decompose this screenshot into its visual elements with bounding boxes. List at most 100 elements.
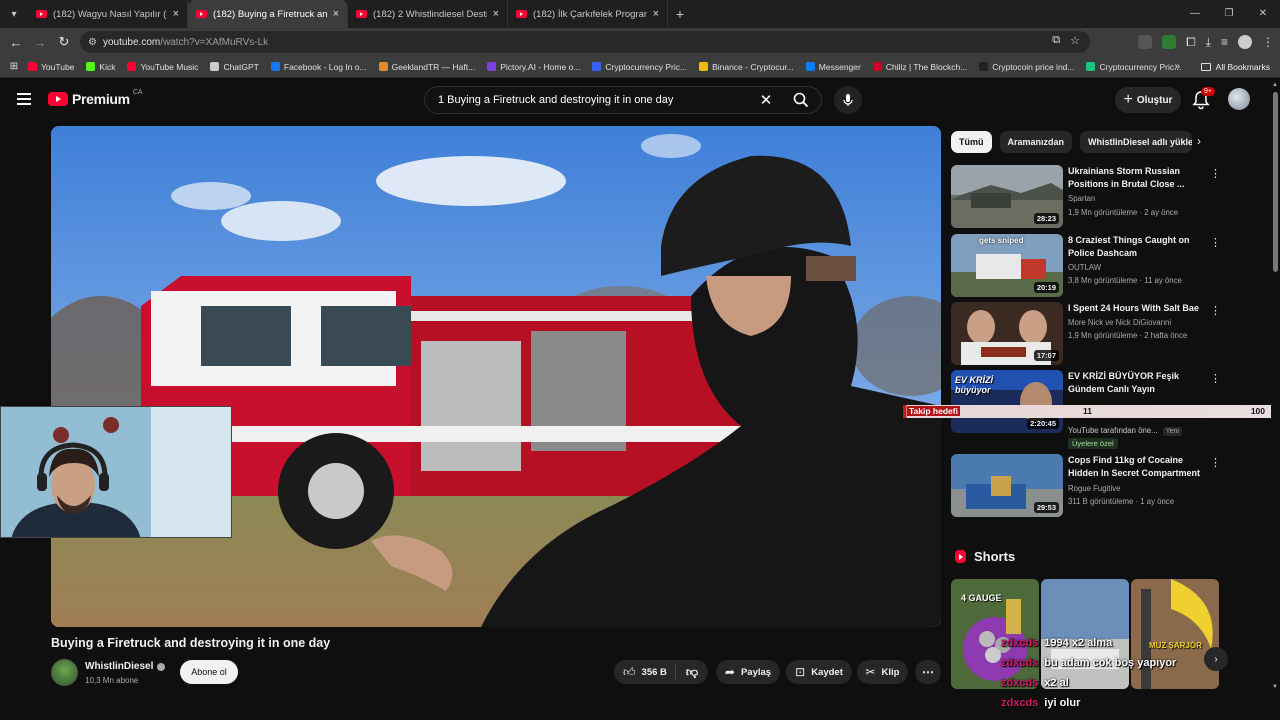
browser-tab[interactable]: (182) İlk Çarkıfelek Programı (T ×	[508, 0, 668, 28]
video-title[interactable]: I Spent 24 Hours With Salt Bae	[1068, 302, 1208, 315]
scrollbar-thumb[interactable]	[1273, 92, 1278, 272]
reload-icon[interactable]: ↻	[52, 34, 76, 50]
youtube-premium-logo[interactable]: Premium CA	[48, 89, 143, 107]
scroll-up-icon[interactable]: ▲	[1272, 82, 1278, 88]
extension-icon[interactable]	[1138, 35, 1153, 49]
tab-search-icon[interactable]: ▾	[0, 0, 28, 28]
more-options-icon[interactable]: ⋮	[1210, 236, 1221, 249]
bookmark-item[interactable]: YouTube	[28, 62, 74, 72]
scroll-down-icon[interactable]: ▼	[1272, 684, 1278, 690]
bookmark-item[interactable]: Cryptocurrency Pric...	[592, 62, 687, 72]
menu-hamburger-icon[interactable]	[17, 93, 31, 108]
extensions-puzzle-icon[interactable]: ⧠	[1186, 35, 1196, 50]
channel-name[interactable]: More Nick ve Nick DiGiovanni	[1068, 318, 1171, 327]
close-tab-icon[interactable]: ×	[173, 8, 179, 20]
close-tab-icon[interactable]: ×	[333, 8, 339, 20]
chips-next-icon[interactable]: ›	[1197, 134, 1201, 148]
channel-name[interactable]: Rogue Fugitive	[1068, 484, 1120, 493]
browser-tab[interactable]: (182) 2 Whistlindiesel Destroy ×	[348, 0, 508, 28]
reading-list-icon[interactable]: ≡	[1221, 35, 1228, 49]
short-video[interactable]: 4 GAUGE	[951, 579, 1039, 689]
video-thumbnail[interactable]: 28:23	[951, 165, 1063, 228]
chip-all[interactable]: Tümü	[951, 131, 992, 153]
page-scrollbar[interactable]: ▲ ▼	[1271, 80, 1280, 692]
bookmark-label: Kick	[99, 61, 116, 72]
recommended-video[interactable]: gets sniped 20:19 8 Craziest Things Caug…	[951, 234, 1221, 298]
more-options-icon[interactable]: ⋮	[1210, 456, 1221, 469]
bookmark-item[interactable]: Binance - Cryptocur...	[699, 62, 794, 72]
bookmark-icon: ⊡	[795, 665, 806, 679]
video-thumbnail[interactable]: 17:07	[951, 302, 1063, 365]
share-button[interactable]: ➦ Paylaş	[716, 660, 780, 684]
close-window-icon[interactable]: ✕	[1246, 0, 1280, 28]
bookmark-item[interactable]: Kick	[86, 62, 115, 72]
recommended-video[interactable]: 17:07 I Spent 24 Hours With Salt Bae Mor…	[951, 302, 1221, 366]
extension-icon[interactable]	[1162, 35, 1177, 49]
clear-search-icon[interactable]: ✕	[751, 91, 781, 109]
recommended-video[interactable]: EV KRİZİ büyüyor 2:20:45 EV KRİZİ BÜYÜYO…	[951, 370, 1221, 435]
bookmark-item[interactable]: Messenger	[805, 62, 861, 72]
bookmark-star-icon[interactable]: ☆	[1070, 34, 1080, 47]
video-title[interactable]: Ukrainians Storm Russian Positions in Br…	[1068, 165, 1208, 191]
bookmark-item[interactable]: Pictory.AI - Home o...	[487, 62, 580, 72]
create-button[interactable]: + Oluştur	[1115, 87, 1181, 113]
browser-tab[interactable]: (182) Wagyu Nasıl Yapılır (Çiftli ×	[28, 0, 188, 28]
restore-icon[interactable]: ❐	[1212, 0, 1246, 28]
more-actions-icon[interactable]: ⋯	[915, 660, 941, 684]
apps-grid-icon[interactable]: ⊞	[0, 61, 28, 72]
save-button[interactable]: ⊡ Kaydet	[786, 660, 852, 684]
more-options-icon[interactable]: ⋮	[1210, 167, 1221, 180]
channel-name[interactable]: OUTLAW	[1068, 263, 1101, 272]
video-thumbnail[interactable]: 29:53	[951, 454, 1063, 517]
close-tab-icon[interactable]: ×	[653, 8, 659, 20]
dislike-button[interactable]: 👎︎	[676, 665, 708, 680]
browser-menu-icon[interactable]: ⋮	[1262, 35, 1274, 49]
search-input[interactable]: 1 Buying a Firetruck and destroying it i…	[425, 94, 751, 106]
video-title[interactable]: 8 Craziest Things Caught on Police Dashc…	[1068, 234, 1208, 260]
recommended-video[interactable]: 28:23 Ukrainians Storm Russian Positions…	[951, 165, 1221, 229]
download-icon[interactable]: ⤓	[1206, 35, 1211, 50]
bookmarks-overflow-icon[interactable]: »	[1174, 61, 1180, 72]
profile-icon[interactable]	[1238, 35, 1252, 49]
like-button[interactable]: 👍︎ 356 B	[614, 664, 676, 680]
short-video[interactable]: MUZ ŞARJÖR	[1131, 579, 1219, 689]
tab-title: (182) Buying a Firetruck and de	[213, 8, 327, 20]
bookmark-item[interactable]: ChatGPT	[210, 62, 259, 72]
forward-icon[interactable]: →	[28, 35, 52, 50]
new-tab-icon[interactable]: +	[668, 6, 692, 22]
recommended-video[interactable]: 29:53 Cops Find 11kg of Cocaine Hidden I…	[951, 454, 1221, 518]
bookmark-item[interactable]: Facebook - Log In o...	[270, 62, 367, 72]
more-options-icon[interactable]: ⋮	[1210, 372, 1221, 385]
video-player[interactable]	[51, 126, 941, 627]
channel-name[interactable]: Spartan	[1068, 194, 1095, 203]
minimize-icon[interactable]: —	[1178, 0, 1212, 28]
address-bar[interactable]: ⚙ youtube.com/watch?v=XAfMuRVs-Lk ⧉ ☆	[80, 31, 1090, 53]
video-title[interactable]: EV KRİZİ BÜYÜYOR Feşik Gündem Canlı Yayı…	[1068, 370, 1208, 396]
browser-tab-active[interactable]: (182) Buying a Firetruck and de ×	[188, 0, 348, 28]
shorts-next-icon[interactable]: ›	[1204, 647, 1228, 671]
install-app-icon[interactable]: ⧉	[1052, 34, 1060, 47]
bookmark-item[interactable]: Chiliz | The Blockch...	[872, 62, 967, 72]
search-button[interactable]	[781, 87, 821, 113]
all-bookmarks-button[interactable]: All Bookmarks	[1200, 56, 1270, 78]
bookmark-item[interactable]: Cryptocurrency Pric...	[1086, 62, 1181, 72]
channel-avatar[interactable]	[51, 659, 78, 686]
bookmark-item[interactable]: GeeklandTR — Haft...	[378, 62, 475, 72]
subscribe-button[interactable]: Abone ol	[180, 660, 238, 684]
bookmark-item[interactable]: YouTube Music	[127, 62, 198, 72]
site-info-icon[interactable]: ⚙	[88, 37, 97, 48]
voice-search-button[interactable]	[834, 86, 862, 114]
back-icon[interactable]: ←	[4, 35, 28, 50]
short-video[interactable]	[1041, 579, 1129, 689]
channel-name-link[interactable]: WhistlinDiesel	[85, 661, 166, 672]
clip-button[interactable]: ✂ Klip	[857, 660, 908, 684]
account-avatar[interactable]	[1228, 88, 1250, 110]
chip-from-search[interactable]: Aramanızdan	[999, 131, 1073, 153]
more-options-icon[interactable]: ⋮	[1210, 304, 1221, 317]
bookmark-item[interactable]: Cryptocoin price ind...	[979, 62, 1074, 72]
video-thumbnail[interactable]: gets sniped 20:19	[951, 234, 1063, 297]
chip-channel-uploads[interactable]: WhistlinDiesel adlı yükle	[1080, 131, 1193, 153]
video-title[interactable]: Cops Find 11kg of Cocaine Hidden In Secr…	[1068, 454, 1208, 480]
video-thumbnail[interactable]: EV KRİZİ büyüyor 2:20:45	[951, 370, 1063, 433]
close-tab-icon[interactable]: ×	[493, 8, 499, 20]
